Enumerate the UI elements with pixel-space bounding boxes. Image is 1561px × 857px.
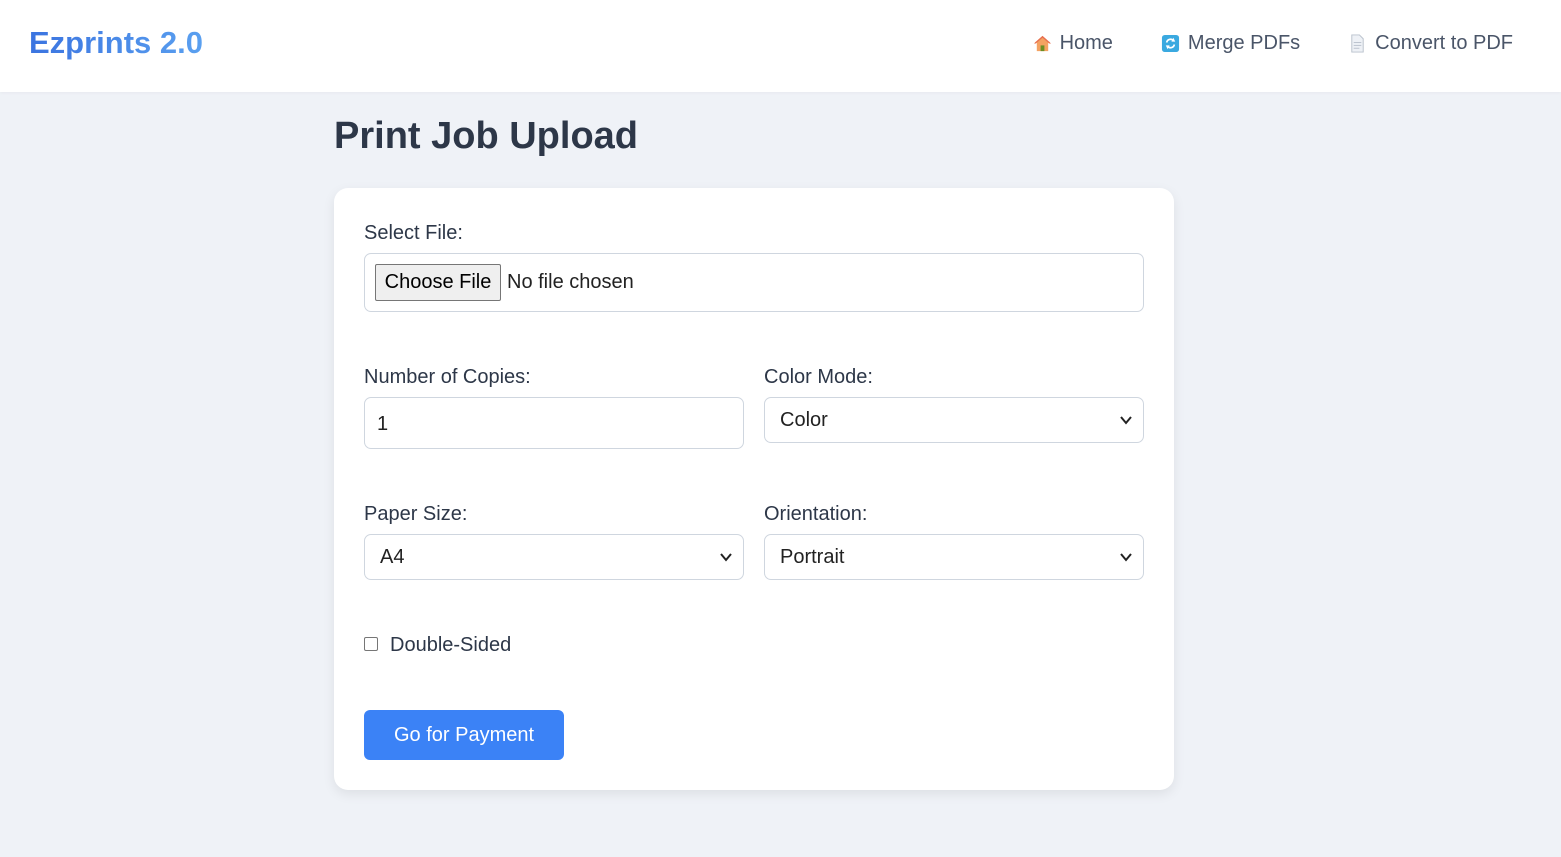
house-icon bbox=[1033, 35, 1051, 51]
orientation-select[interactable]: Portrait bbox=[764, 534, 1144, 580]
select-file-label: Select File: bbox=[364, 222, 463, 244]
paper-size-value: A4 bbox=[380, 546, 405, 568]
choose-file-button[interactable]: Choose File bbox=[375, 264, 501, 301]
color-mode-select[interactable]: Color bbox=[764, 397, 1144, 443]
file-status-text: No file chosen bbox=[507, 271, 634, 293]
chevron-down-icon bbox=[1120, 553, 1132, 562]
nav-item-convert-to-pdf[interactable]: Convert to PDF bbox=[1348, 30, 1513, 56]
copies-label: Number of Copies: bbox=[364, 366, 531, 388]
copies-value: 1 bbox=[377, 413, 389, 435]
brand-logo[interactable]: Ezprints 2.0 bbox=[29, 24, 203, 62]
go-for-payment-button[interactable]: Go for Payment bbox=[364, 710, 564, 760]
color-mode-label: Color Mode: bbox=[764, 366, 873, 388]
orientation-label: Orientation: bbox=[764, 503, 868, 525]
copies-input[interactable]: 1 bbox=[364, 397, 744, 449]
upload-form-card: Select File: Choose File No file chosen … bbox=[334, 188, 1174, 790]
page-title: Print Job Upload bbox=[334, 115, 638, 157]
nav-item-home-label: Home bbox=[1059, 32, 1113, 54]
double-sided-checkbox[interactable] bbox=[364, 637, 378, 651]
chevron-down-icon bbox=[720, 553, 732, 562]
nav-item-merge-pdfs[interactable]: Merge PDFs bbox=[1161, 30, 1300, 56]
document-icon bbox=[1351, 33, 1364, 53]
paper-size-select[interactable]: A4 bbox=[364, 534, 744, 580]
chevron-down-icon bbox=[1120, 416, 1132, 425]
file-input[interactable]: Choose File No file chosen bbox=[364, 253, 1144, 312]
orientation-value: Portrait bbox=[780, 546, 845, 568]
nav-item-merge-label: Merge PDFs bbox=[1187, 32, 1301, 54]
color-mode-value: Color bbox=[780, 409, 828, 431]
nav-links: Home Merge PDFs Convert to PDF bbox=[1033, 30, 1513, 56]
refresh-icon bbox=[1161, 34, 1179, 52]
double-sided-label[interactable]: Double-Sided bbox=[390, 633, 511, 657]
navbar: Ezprints 2.0 Home Merge PDFs Convert to … bbox=[0, 0, 1561, 92]
nav-item-convert-label: Convert to PDF bbox=[1375, 32, 1513, 54]
paper-size-label: Paper Size: bbox=[364, 503, 468, 525]
nav-item-home[interactable]: Home bbox=[1033, 30, 1113, 56]
